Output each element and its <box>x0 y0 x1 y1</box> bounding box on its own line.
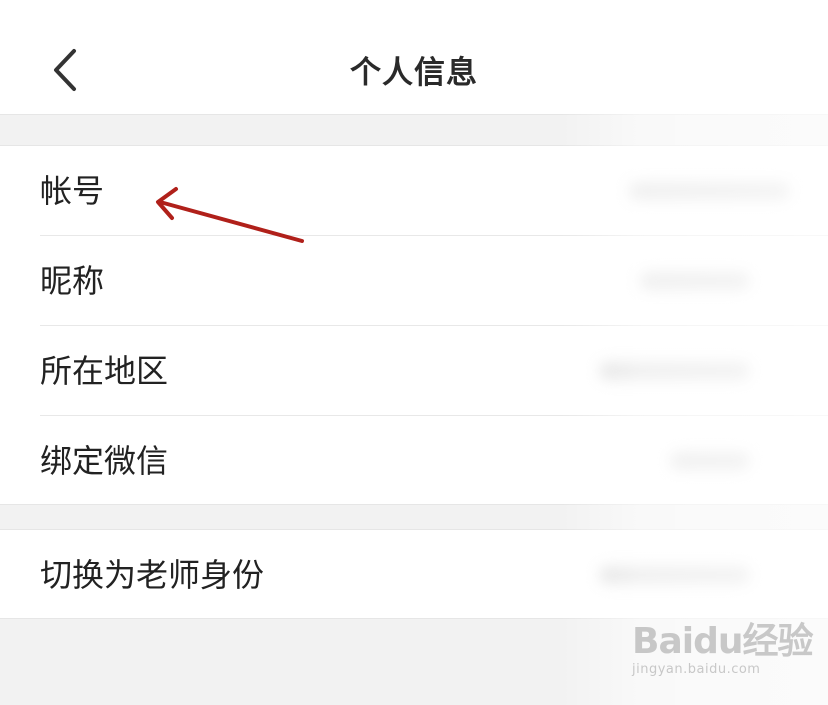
info-list: 帐号 昵称 所在地区 绑定微信 <box>0 145 828 505</box>
blurred-value <box>600 362 750 380</box>
list-item-nickname[interactable]: 昵称 <box>0 236 828 326</box>
blurred-value <box>600 566 750 584</box>
list-item-region[interactable]: 所在地区 <box>0 326 828 416</box>
watermark-url: jingyan.baidu.com <box>632 662 761 677</box>
blurred-value <box>670 452 750 470</box>
list-item-account[interactable]: 帐号 <box>0 146 828 236</box>
blurred-value <box>640 272 750 290</box>
page-title: 个人信息 <box>350 55 478 91</box>
list-item-label: 帐号 <box>40 172 105 210</box>
role-switch-list: 切换为老师身份 <box>0 529 828 619</box>
list-item-bind-wechat[interactable]: 绑定微信 <box>0 416 828 506</box>
list-item-label: 切换为老师身份 <box>40 556 265 594</box>
top-bar: 个人信息 <box>0 0 828 115</box>
list-item-label: 昵称 <box>40 262 105 300</box>
watermark: Baidu经验 jingyan.baidu.com <box>632 612 822 692</box>
list-item-label: 所在地区 <box>40 352 169 390</box>
blurred-value <box>630 182 790 200</box>
list-item-label: 绑定微信 <box>40 442 169 480</box>
list-item-switch-teacher[interactable]: 切换为老师身份 <box>0 530 828 620</box>
